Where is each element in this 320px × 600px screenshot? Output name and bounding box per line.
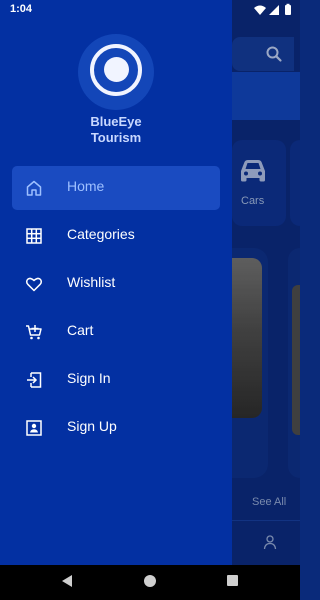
menu-label-categories: Categories [67, 226, 135, 242]
menu-item-wishlist[interactable]: Wishlist [12, 262, 220, 306]
battery-icon [285, 3, 291, 15]
cart-icon [26, 325, 42, 340]
status-bar: 1:04 [0, 0, 232, 20]
sign-up-icon [26, 420, 42, 436]
system-navigation-bar [0, 565, 300, 600]
brand-name: BlueEye Tourism [0, 114, 232, 146]
home-circle-icon[interactable] [144, 575, 156, 587]
sign-in-icon [27, 372, 42, 388]
recents-icon[interactable] [227, 575, 238, 586]
menu-label-wishlist: Wishlist [67, 274, 116, 290]
menu-label-sign-up: Sign Up [67, 418, 117, 434]
back-icon[interactable] [61, 574, 73, 588]
menu-item-categories[interactable]: Categories [12, 214, 220, 258]
eye-logo-icon [78, 34, 154, 110]
status-icons [254, 3, 291, 15]
menu-item-home[interactable]: Home [12, 166, 220, 210]
grid-icon [26, 228, 42, 244]
wifi-icon [254, 5, 266, 15]
menu-item-sign-in[interactable]: Sign In [12, 358, 220, 402]
menu-item-cart[interactable]: Cart [12, 310, 220, 354]
signal-icon [269, 5, 279, 15]
menu-item-sign-up[interactable]: Sign Up [12, 406, 220, 450]
status-time: 1:04 [10, 3, 33, 15]
menu-label-cart: Cart [67, 322, 94, 338]
home-icon [26, 180, 42, 196]
menu-label-sign-in: Sign In [67, 370, 111, 386]
brand-line-1: BlueEye [90, 114, 142, 129]
navigation-drawer: BlueEye Tourism Home Categories Wishlist… [0, 0, 232, 565]
brand-line-2: Tourism [90, 130, 142, 145]
menu-label-home: Home [67, 178, 105, 194]
heart-icon [25, 277, 43, 292]
